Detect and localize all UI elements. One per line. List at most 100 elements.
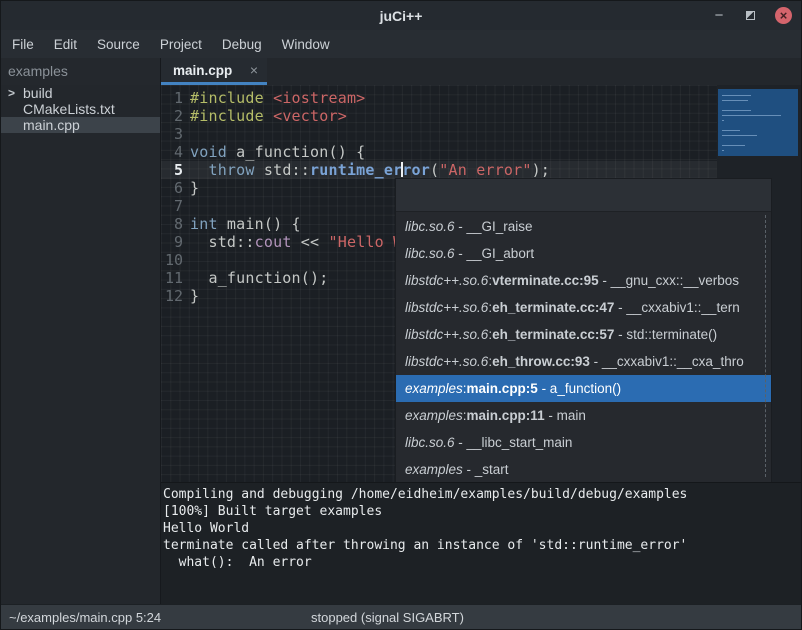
minimap-line: [722, 110, 751, 111]
minimap-line: [722, 100, 748, 101]
minimap-line: [722, 145, 745, 146]
stack-frame-item[interactable]: examples:main.cpp:5 - a_function(): [396, 375, 771, 402]
terminal-line: what(): An error: [163, 554, 801, 571]
stack-trace-popup: libc.so.6 - __GI_raiselibc.so.6 - __GI_a…: [395, 178, 772, 482]
frame-function: - main: [545, 408, 586, 423]
popup-scrollbar[interactable]: [765, 215, 766, 477]
sidebar-item-cmakelists-txt[interactable]: CMakeLists.txt: [1, 101, 160, 117]
stack-frame-item[interactable]: libc.so.6 - __libc_start_main: [396, 429, 771, 456]
frame-function: - __cxxabiv1::__cxa_thro: [590, 354, 744, 369]
frame-file-line: eh_terminate.cc:47: [492, 300, 614, 315]
source-editor[interactable]: 1#include <iostream>2#include <vector>34…: [161, 85, 801, 482]
code-line-1[interactable]: 1#include <iostream>: [161, 89, 718, 107]
stack-frame-item[interactable]: libstdc++.so.6:eh_terminate.cc:57 - std:…: [396, 321, 771, 348]
file-sidebar: examples >buildCMakeLists.txtmain.cpp: [1, 58, 161, 604]
tab-main-cpp[interactable]: main.cpp ×: [161, 58, 267, 85]
window-controls: − ×: [712, 7, 792, 24]
code-token: <<: [292, 233, 329, 251]
frame-file-line: eh_throw.cc:93: [492, 354, 590, 369]
stack-frame-item[interactable]: examples:main.cpp:11 - main: [396, 402, 771, 429]
stack-frame-item[interactable]: libc.so.6 - __GI_abort: [396, 240, 771, 267]
window-title: juCi++: [1, 8, 801, 24]
terminal-line: Compiling and debugging /home/eidheim/ex…: [163, 486, 801, 503]
code-token: throw: [208, 161, 254, 179]
frame-function: - std::terminate(): [614, 327, 717, 342]
stack-frame-item[interactable]: libstdc++.so.6:vterminate.cc:95 - __gnu_…: [396, 267, 771, 294]
line-number: 5: [161, 161, 183, 179]
code-token: <iostream>: [273, 89, 365, 107]
minimap-line: [722, 120, 724, 121]
code-token: [264, 107, 273, 125]
code-token: );: [532, 161, 550, 179]
stack-trace-list: libc.so.6 - __GI_raiselibc.so.6 - __GI_a…: [396, 212, 771, 482]
frame-library: libstdc++.so.6: [405, 273, 488, 288]
project-folder-label: examples: [1, 58, 160, 85]
code-line-2[interactable]: 2#include <vector>: [161, 107, 718, 125]
stack-frame-item[interactable]: libc.so.6 - __GI_raise: [396, 213, 771, 240]
line-number: 12: [161, 287, 183, 305]
code-line-3[interactable]: 3: [161, 125, 718, 143]
frame-file-line: eh_terminate.cc:57: [492, 327, 614, 342]
code-token: "Hello W: [329, 233, 403, 251]
line-number: 7: [161, 197, 183, 215]
app-window: juCi++ − × FileEditSourceProjectDebugWin…: [0, 0, 802, 630]
stack-frame-item[interactable]: libstdc++.so.6:eh_throw.cc:93 - __cxxabi…: [396, 348, 771, 375]
frame-library: examples: [405, 462, 463, 477]
minimap-line: [722, 150, 724, 151]
code-token: #include: [190, 107, 264, 125]
frame-file-line: main.cpp:11: [467, 408, 545, 423]
code-token: a_function() {: [227, 143, 365, 161]
menu-project[interactable]: Project: [150, 31, 212, 58]
close-button[interactable]: ×: [775, 7, 792, 24]
sidebar-item-main-cpp[interactable]: main.cpp: [1, 117, 160, 133]
frame-library: libc.so.6: [405, 246, 455, 261]
frame-library: examples: [405, 381, 463, 396]
line-number: 3: [161, 125, 183, 143]
terminal-line: Hello World: [163, 520, 801, 537]
code-token: "An error": [439, 161, 531, 179]
minimap-line: [722, 135, 757, 136]
line-number: 9: [161, 233, 183, 251]
code-token: std::: [255, 161, 310, 179]
frame-function: - _start: [463, 462, 509, 477]
line-number: 11: [161, 269, 183, 287]
line-number: 8: [161, 215, 183, 233]
stack-frame-item[interactable]: libstdc++.so.6:eh_terminate.cc:47 - __cx…: [396, 294, 771, 321]
code-line-5[interactable]: 5 throw std::runtime_error("An error");: [161, 161, 718, 179]
stack-frame-item[interactable]: examples - _start: [396, 456, 771, 482]
minimap-line: [722, 130, 740, 131]
expander-chevron-icon[interactable]: >: [8, 86, 23, 100]
restore-icon[interactable]: [746, 11, 755, 20]
code-token: cout: [255, 233, 292, 251]
line-number: 1: [161, 89, 183, 107]
tree-item-label: main.cpp: [23, 117, 80, 133]
sidebar-item-build[interactable]: >build: [1, 85, 160, 101]
minimize-button[interactable]: −: [712, 11, 726, 21]
code-token: void: [190, 143, 227, 161]
code-line-4[interactable]: 4void a_function() {: [161, 143, 718, 161]
minimap-line: [722, 95, 751, 96]
stack-trace-search-input[interactable]: [396, 179, 771, 212]
code-token: (: [430, 161, 439, 179]
menu-window[interactable]: Window: [272, 31, 340, 58]
menu-file[interactable]: File: [2, 31, 44, 58]
line-number: 2: [161, 107, 183, 125]
tab-close-icon[interactable]: ×: [250, 63, 258, 77]
menu-edit[interactable]: Edit: [44, 31, 87, 58]
code-token: }: [190, 179, 199, 197]
menu-debug[interactable]: Debug: [212, 31, 272, 58]
code-token: [190, 161, 208, 179]
frame-library: libstdc++.so.6: [405, 327, 488, 342]
file-tree: >buildCMakeLists.txtmain.cpp: [1, 85, 160, 133]
main-area: examples >buildCMakeLists.txtmain.cpp ma…: [1, 58, 801, 604]
terminal-output[interactable]: Compiling and debugging /home/eidheim/ex…: [161, 482, 801, 604]
code-token: main() {: [218, 215, 301, 233]
minimap-viewport[interactable]: [718, 89, 798, 156]
editor-pane: main.cpp × 1#include <iostream>2 #include…: [161, 58, 801, 604]
code-token: }: [190, 287, 199, 305]
code-token: std::: [190, 233, 255, 251]
titlebar[interactable]: juCi++ − ×: [1, 1, 801, 30]
status-bar: ~/examples/main.cpp 5:24 stopped (signal…: [1, 604, 801, 629]
frame-function: - __libc_start_main: [455, 435, 573, 450]
menu-source[interactable]: Source: [87, 31, 150, 58]
